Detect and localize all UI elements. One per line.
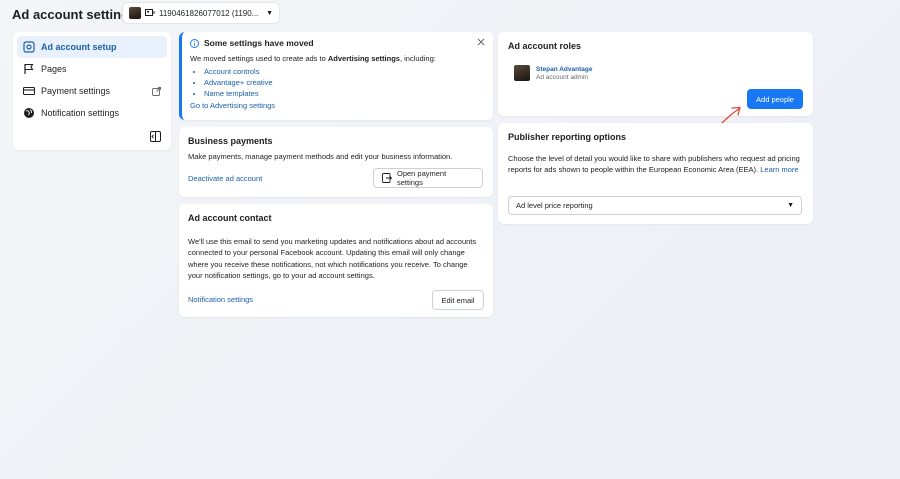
close-icon[interactable] — [477, 38, 485, 46]
account-selector-label: 1190461826077012 (1190... — [159, 8, 259, 18]
gear-icon — [23, 41, 35, 53]
page-title: Ad account settings — [12, 6, 137, 22]
section-title: Ad account contact — [188, 213, 272, 223]
credit-card-icon — [23, 85, 35, 97]
section-description: We'll use this email to send you marketi… — [188, 237, 477, 280]
account-selector[interactable]: 1190461826077012 (1190... ▼ — [123, 3, 279, 23]
open-external-icon — [382, 173, 392, 183]
info-icon — [190, 38, 199, 48]
section-description: Choose the level of detail you would lik… — [508, 154, 800, 175]
sidebar-item-payment-settings[interactable]: Payment settings — [17, 80, 167, 102]
chevron-down-icon: ▼ — [787, 202, 794, 209]
ad-account-icon — [145, 9, 155, 16]
external-link-icon — [152, 86, 161, 96]
publisher-reporting-card: Publisher reporting options Choose the l… — [498, 123, 813, 224]
sidebar-item-label: Ad account setup — [41, 42, 117, 52]
ad-account-contact-card: Ad account contact We'll use this email … — [179, 204, 493, 317]
sidebar-item-pages[interactable]: Pages — [17, 58, 167, 80]
learn-more-link[interactable]: Learn more — [760, 165, 798, 174]
price-reporting-select[interactable]: Ad level price reporting ▼ — [508, 196, 802, 215]
deactivate-ad-account-link[interactable]: Deactivate ad account — [188, 174, 262, 183]
edit-email-button[interactable]: Edit email — [432, 290, 484, 310]
select-value: Ad level price reporting — [516, 201, 593, 210]
list-item[interactable]: Account controls — [204, 67, 485, 76]
member-name[interactable]: Stepan Advantage — [536, 66, 592, 73]
role-member-row: Stepan Advantage Ad account admin — [514, 65, 803, 81]
section-title: Publisher reporting options — [508, 132, 627, 142]
ad-account-roles-card: Ad account roles Stepan Advantage Ad acc… — [498, 32, 813, 116]
notice-body: We moved settings used to create ads to … — [190, 54, 436, 63]
notice-list: Account controls Advantage+ creative Nam… — [204, 67, 485, 98]
settings-moved-notice: Some settings have moved We moved settin… — [179, 32, 493, 120]
chevron-down-icon: ▼ — [266, 9, 273, 17]
flag-icon — [23, 63, 35, 75]
advertising-settings-link[interactable]: Go to Advertising settings — [190, 101, 485, 110]
member-role: Ad account admin — [536, 73, 589, 81]
notice-header: Some settings have moved — [190, 38, 485, 48]
collapse-sidebar-icon[interactable] — [150, 131, 161, 142]
avatar — [514, 65, 530, 81]
notice-title: Some settings have moved — [204, 38, 314, 48]
section-title: Ad account roles — [508, 41, 582, 51]
page-header: Ad account settings — [12, 4, 136, 24]
section-description: Make payments, manage payment methods an… — [188, 152, 453, 161]
business-payments-card: Business payments Make payments, manage … — [179, 127, 493, 197]
add-people-button[interactable]: Add people — [747, 89, 803, 109]
list-item[interactable]: Advantage+ creative — [204, 78, 485, 87]
account-avatar — [129, 7, 141, 19]
list-item[interactable]: Name templates — [204, 89, 485, 98]
sidebar-item-label: Pages — [41, 64, 67, 74]
sidebar-item-label: Payment settings — [41, 86, 111, 96]
sidebar: Ad account setup Pages Payment settings … — [13, 32, 171, 150]
sidebar-item-ad-account-setup[interactable]: Ad account setup — [17, 36, 167, 58]
notification-settings-link[interactable]: Notification settings — [188, 295, 253, 304]
open-payment-settings-button[interactable]: Open payment settings — [373, 168, 483, 188]
sidebar-item-notification-settings[interactable]: Notification settings — [17, 102, 167, 124]
section-title: Business payments — [188, 136, 273, 146]
globe-icon — [23, 107, 35, 119]
sidebar-item-label: Notification settings — [41, 108, 120, 118]
